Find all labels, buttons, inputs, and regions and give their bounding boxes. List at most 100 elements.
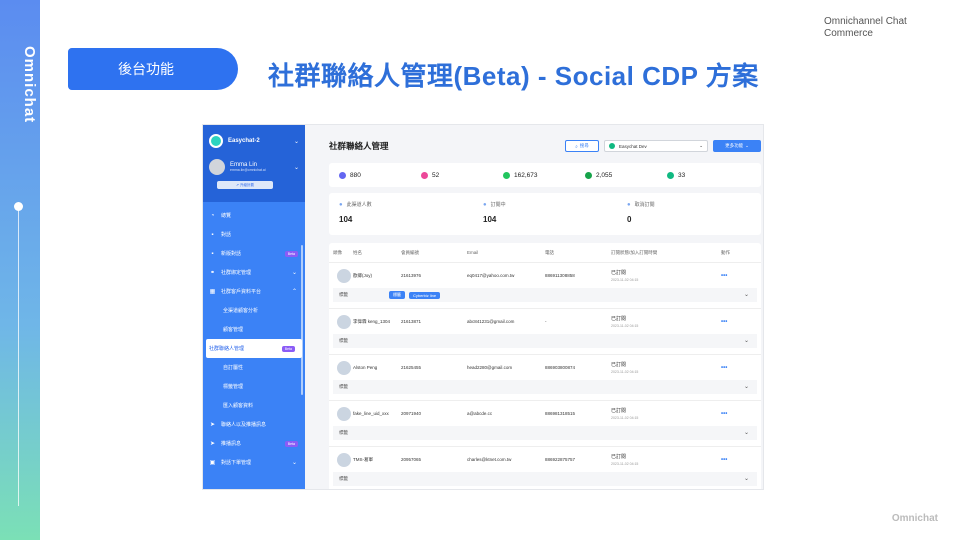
brand-logo: Omnichat bbox=[21, 46, 38, 124]
slide-title: 社群聯絡人管理(Beta) - Social CDP 方案 bbox=[268, 61, 759, 91]
member-id: 21613976 bbox=[401, 273, 422, 278]
sidebar-item-label: 對話下單管理 bbox=[221, 460, 252, 466]
table-row: Alston Peng 21625455 head2280@gmail.com 886… bbox=[329, 355, 761, 401]
chevron-down-icon[interactable]: ⌄ bbox=[744, 383, 749, 390]
contacts-table: 頭像 姓名 會員編號 Email 電話 訂閱狀態/加入訂閱時間 動作 歐卿(Jo… bbox=[329, 243, 761, 489]
brand-tagline: Omnichannel Chat Commerce bbox=[824, 16, 934, 40]
contact-name[interactable]: Alston Peng bbox=[345, 365, 401, 370]
search-button[interactable]: ⌕ 搜尋 bbox=[565, 140, 599, 152]
tag-chip[interactable]: Cyberbiz line bbox=[409, 291, 441, 299]
total-value: 104 bbox=[483, 215, 497, 224]
subscription-status: 已訂閱 2023-11-02 04:15 bbox=[611, 407, 721, 420]
member-id: 21613871 bbox=[401, 319, 422, 324]
chat-new-icon: ▪ bbox=[211, 250, 214, 257]
channel-select[interactable]: Easychat Dev ⌄ bbox=[604, 140, 708, 152]
sidebar-item[interactable]: ▪ 對話 bbox=[203, 225, 305, 244]
sidebar-item[interactable]: ➤ 聯絡人以及推播訊息 bbox=[203, 415, 305, 434]
contact-name[interactable]: 歐卿(Joy) bbox=[345, 273, 401, 279]
footer-logo: Omnichat bbox=[891, 513, 938, 524]
chevron-down-icon[interactable]: ⌄ bbox=[744, 291, 749, 298]
tags-label: 標籤 bbox=[339, 476, 348, 481]
total-label: ● 訂閱中 bbox=[483, 201, 607, 209]
contact-name[interactable]: fake_line_uid_xxx bbox=[345, 411, 401, 416]
sidebar-item[interactable]: 全渠道顧客分析 bbox=[203, 301, 305, 320]
status-time: 2023-11-02 04:15 bbox=[611, 278, 639, 282]
sidebar-item[interactable]: ▦ 社群客戶資料平台 ⌃ bbox=[203, 282, 305, 301]
sidebar-item-label: 對話 bbox=[221, 232, 232, 238]
user-menu[interactable]: Emma Lin emma.lin@omnichat.ai ⌄ bbox=[209, 159, 299, 175]
sidebar-item[interactable]: 標籤管理 bbox=[203, 377, 305, 396]
channel-stat: 880 bbox=[339, 171, 421, 179]
row-tags: 標籤 標籤 Cyberbiz line ⌄ bbox=[333, 288, 757, 302]
total-label: ● 此渠道人數 bbox=[339, 201, 463, 209]
avatar bbox=[209, 159, 225, 175]
cdp-icon: ▦ bbox=[209, 289, 216, 295]
tags-label: 標籤 bbox=[339, 430, 348, 435]
contact-email: a@abcde.cc bbox=[467, 411, 493, 416]
status-text: 已訂閱 bbox=[611, 362, 627, 368]
avatar-cell bbox=[329, 360, 351, 375]
sidebar-scrollbar[interactable] bbox=[301, 245, 303, 395]
tagline-line-1: Omnichannel Chat bbox=[824, 16, 907, 27]
table-header: 頭像 姓名 會員編號 Email 電話 訂閱狀態/加入訂閱時間 動作 bbox=[329, 243, 761, 263]
more-actions-button[interactable]: 更多功能 ⌄ bbox=[713, 140, 761, 152]
row-main: TMS-葛軍 20957065 charles@ktnet.com.tw 886922… bbox=[329, 447, 761, 472]
beta-badge: Beta bbox=[281, 345, 295, 352]
channel-stat: 33 bbox=[667, 171, 749, 179]
sidebar-item[interactable]: ▪ 新版對話 Beta bbox=[203, 244, 305, 263]
tags-label: 標籤 bbox=[339, 384, 348, 389]
contact-phone: 886922875757 bbox=[545, 457, 576, 462]
member-id: 20971940 bbox=[401, 411, 422, 416]
more-actions-icon[interactable]: ••• bbox=[721, 319, 751, 325]
status-time: 2023-11-02 04:15 bbox=[611, 324, 639, 328]
chevron-icon: ⌃ bbox=[291, 289, 297, 295]
workspace-switcher[interactable]: Easychat-2 ⌄ bbox=[209, 131, 299, 151]
member-id: 21625455 bbox=[401, 365, 422, 370]
sidebar-item[interactable]: ➤ 推播訊息 Beta bbox=[203, 434, 305, 453]
more-actions-icon[interactable]: ••• bbox=[721, 411, 751, 417]
messenger-icon bbox=[339, 171, 346, 179]
subscription-status: 已訂閱 2023-11-02 04:15 bbox=[611, 361, 721, 374]
send-icon: ➤ bbox=[209, 422, 216, 428]
page-title: 社群聯絡人管理 bbox=[329, 141, 389, 151]
member-id: 20957065 bbox=[401, 457, 422, 462]
tag-chip[interactable]: 標籤 bbox=[389, 291, 405, 299]
contact-name[interactable]: 李偉霖 keng_1304 bbox=[345, 319, 401, 325]
sidebar-item[interactable]: ◔ 總覽 bbox=[203, 206, 305, 225]
sidebar-menu: ◔ 總覽 ▪ 對話 ▪ 新版對話 Beta ⚭ 社群綁定管理 ⌄ ▦ 社群客戶資料平台 ⌃ 全渠道顧客分析… bbox=[203, 202, 305, 472]
contact-email: head2280@gmail.com bbox=[467, 365, 513, 370]
section-tag: 後台功能 bbox=[68, 48, 238, 90]
sidebar-item[interactable]: 自訂屬性 bbox=[203, 358, 305, 377]
row-main: Alston Peng 21625455 head2280@gmail.com 886… bbox=[329, 355, 761, 380]
contact-name[interactable]: TMS-葛軍 bbox=[345, 457, 401, 463]
sidebar-item-label: 新版對話 bbox=[221, 251, 242, 257]
sidebar-item[interactable]: 匯入顧客資料 bbox=[203, 396, 305, 415]
sidebar-item[interactable]: 顧客管理 bbox=[203, 320, 305, 339]
sidebar-item[interactable]: ⚭ 社群綁定管理 ⌄ bbox=[203, 263, 305, 282]
chevron-down-icon: ⌄ bbox=[293, 164, 299, 171]
more-actions-icon[interactable]: ••• bbox=[721, 457, 751, 463]
sidebar-item-label: 總覽 bbox=[221, 213, 232, 219]
sidebar-item[interactable]: 社群聯絡人管理 Beta bbox=[206, 339, 302, 358]
chat-icon: ▪ bbox=[211, 231, 214, 238]
more-actions-icon[interactable]: ••• bbox=[721, 365, 751, 371]
column-header: Email bbox=[467, 250, 479, 255]
instagram-icon bbox=[421, 171, 428, 179]
chevron-down-icon[interactable]: ⌄ bbox=[744, 475, 749, 482]
workspace-name: Easychat-2 bbox=[228, 138, 260, 144]
row-tags: 標籤 ⌄ bbox=[333, 380, 757, 394]
brand-timeline-dot bbox=[14, 202, 23, 211]
more-actions-icon[interactable]: ••• bbox=[721, 273, 751, 279]
chevron-down-icon[interactable]: ⌄ bbox=[744, 337, 749, 344]
chevron-down-icon[interactable]: ⌄ bbox=[744, 429, 749, 436]
stat-value: 52 bbox=[432, 171, 440, 179]
wechat-icon bbox=[667, 171, 674, 179]
status-time: 2023-11-02 04:15 bbox=[611, 370, 639, 374]
column-header: 電話 bbox=[545, 249, 554, 255]
status-text: 已訂閱 bbox=[611, 408, 627, 414]
channel-stat: 2,055 bbox=[585, 171, 667, 179]
sidebar-item[interactable]: ▣ 對話下單管理 ⌄ bbox=[203, 453, 305, 472]
row-main: 李偉霖 keng_1304 21613871 abc841231@gmail.com… bbox=[329, 309, 761, 334]
upgrade-plan-button[interactable]: ↗ 升級計劃 bbox=[217, 181, 273, 189]
status-text: 已訂閱 bbox=[611, 454, 627, 460]
